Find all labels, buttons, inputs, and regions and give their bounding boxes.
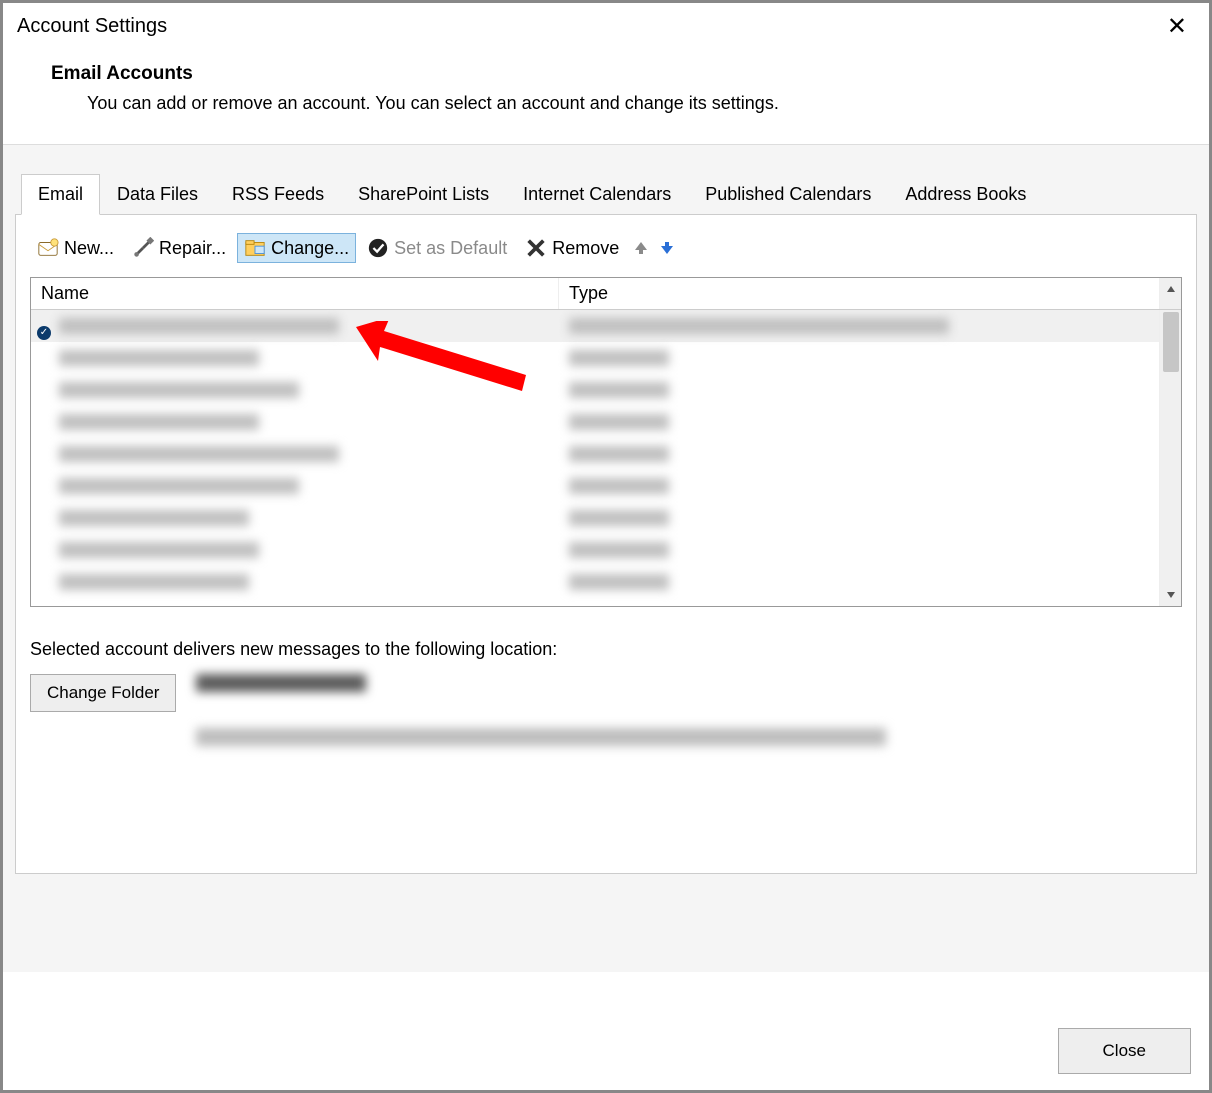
account-type: (redacted) [569,382,669,398]
delivery-folder-path: (redacted) [196,728,886,746]
new-mail-icon [37,237,59,259]
header-description: You can add or remove an account. You ca… [87,93,1195,114]
close-icon[interactable]: ✕ [1159,11,1195,43]
account-name: (redacted) [59,350,259,366]
account-type: (redacted) [569,350,669,366]
default-check-icon: ✓ [37,326,51,340]
move-up-button[interactable] [630,236,652,260]
account-name: (redacted) [59,318,339,334]
column-header-name[interactable]: Name [31,278,559,309]
delivery-info: (redacted) (redacted) [196,674,886,760]
table-rows: ✓ (redacted) (redacted) (redacted) (reda… [31,310,1159,606]
table-row[interactable]: (redacted) (redacted) [31,566,1159,598]
accounts-table: Name Type ✓ (redacted) (redacted) [30,277,1182,607]
table-row[interactable]: (redacted) (redacted) [31,502,1159,534]
account-name: (redacted) [59,478,299,494]
account-name: (redacted) [59,574,249,590]
header-heading: Email Accounts [51,63,1195,85]
tab-address-books[interactable]: Address Books [888,174,1043,215]
account-name: (redacted) [59,510,249,526]
table-row[interactable]: (redacted) (redacted) [31,374,1159,406]
remove-button[interactable]: Remove [518,233,626,263]
tab-sharepoint-lists[interactable]: SharePoint Lists [341,174,506,215]
remove-button-label: Remove [552,238,619,259]
column-header-type[interactable]: Type [559,278,1159,309]
new-button[interactable]: New... [30,233,121,263]
change-folder-icon [244,237,266,259]
account-type: (redacted) [569,414,669,430]
table-row[interactable]: (redacted) (redacted) [31,406,1159,438]
account-type: (redacted) [569,478,669,494]
scrollbar-thumb[interactable] [1163,312,1179,372]
table-row[interactable]: (redacted) (redacted) [31,534,1159,566]
tab-panel-email: New... Repair... Change... Set as Defaul… [15,214,1197,874]
change-button-label: Change... [271,238,349,259]
move-down-button[interactable] [656,236,678,260]
change-folder-button[interactable]: Change Folder [30,674,176,712]
account-name: (redacted) [59,382,299,398]
scroll-up-icon[interactable] [1160,278,1181,300]
arrow-down-icon [659,240,675,256]
check-circle-icon [367,237,389,259]
table-row[interactable]: (redacted) (redacted) [31,470,1159,502]
account-type: (redacted) [569,542,669,558]
tools-icon [132,237,154,259]
table-header: Name Type [31,278,1181,310]
remove-x-icon [525,237,547,259]
footer: Close [1058,1028,1191,1074]
scroll-up-corner [1159,278,1181,309]
table-row[interactable]: (redacted) (redacted) [31,438,1159,470]
change-button[interactable]: Change... [237,233,356,263]
account-name: (redacted) [59,542,259,558]
body-region: Email Data Files RSS Feeds SharePoint Li… [3,145,1209,972]
account-type: (redacted) [569,574,669,590]
account-name: (redacted) [59,446,339,462]
title-bar: Account Settings ✕ [3,3,1209,43]
delivery-intro: Selected account delivers new messages t… [30,639,1182,660]
delivery-section: Selected account delivers new messages t… [30,639,1182,760]
tab-data-files[interactable]: Data Files [100,174,215,215]
account-type: (redacted) [569,318,949,334]
account-type: (redacted) [569,446,669,462]
close-button[interactable]: Close [1058,1028,1191,1074]
tab-published-calendars[interactable]: Published Calendars [688,174,888,215]
scroll-down-icon[interactable] [1160,584,1181,606]
account-type: (redacted) [569,510,669,526]
vertical-scrollbar[interactable] [1159,310,1181,606]
tab-internet-calendars[interactable]: Internet Calendars [506,174,688,215]
tab-rss-feeds[interactable]: RSS Feeds [215,174,341,215]
tab-email[interactable]: Email [21,174,100,215]
account-name: (redacted) [59,414,259,430]
table-row[interactable]: ✓ (redacted) (redacted) [31,310,1159,342]
table-row[interactable]: (redacted) (redacted) [31,342,1159,374]
tab-bar: Email Data Files RSS Feeds SharePoint Li… [15,173,1197,214]
window-title: Account Settings [17,15,167,38]
set-default-button-label: Set as Default [394,238,507,259]
header-region: Email Accounts You can add or remove an … [3,43,1209,145]
delivery-folder-name: (redacted) [196,674,366,692]
arrow-up-icon [633,240,649,256]
new-button-label: New... [64,238,114,259]
set-default-button[interactable]: Set as Default [360,233,514,263]
toolbar: New... Repair... Change... Set as Defaul… [30,229,1182,277]
repair-button-label: Repair... [159,238,226,259]
repair-button[interactable]: Repair... [125,233,233,263]
